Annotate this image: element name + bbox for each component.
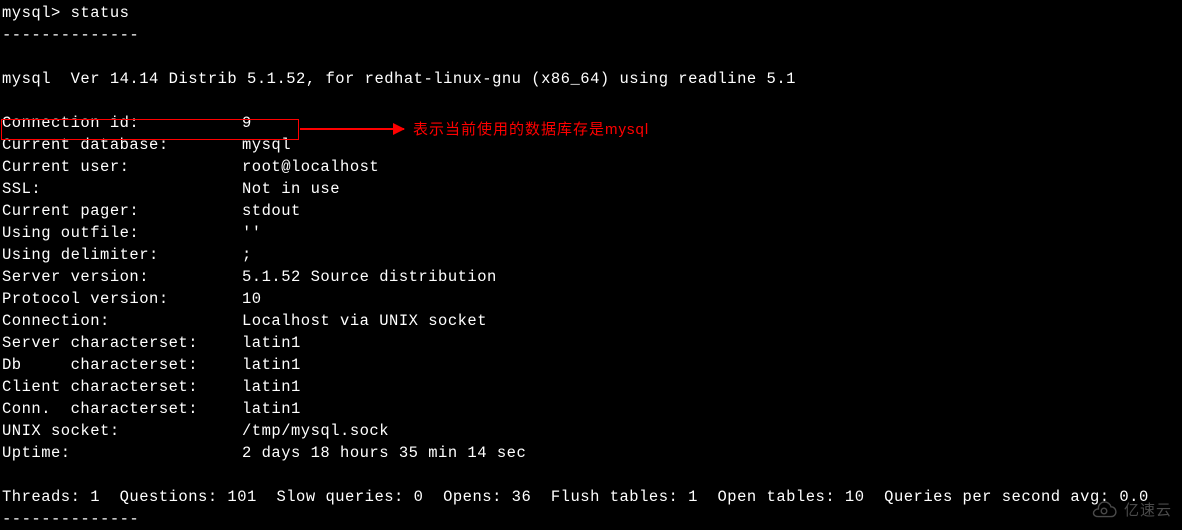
value-ssl: Not in use <box>242 178 340 200</box>
blank-line-2 <box>2 90 1180 112</box>
row-unix-socket: UNIX socket: /tmp/mysql.sock <box>2 420 1180 442</box>
value-protocol-version: 10 <box>242 288 262 310</box>
row-db-charset: Db characterset: latin1 <box>2 354 1180 376</box>
row-uptime: Uptime: 2 days 18 hours 35 min 14 sec <box>2 442 1180 464</box>
row-current-database: Current database: mysql <box>2 134 1180 156</box>
row-using-delimiter: Using delimiter: ; <box>2 244 1180 266</box>
row-protocol-version: Protocol version: 10 <box>2 288 1180 310</box>
row-current-pager: Current pager: stdout <box>2 200 1180 222</box>
label-client-charset: Client characterset: <box>2 376 242 398</box>
value-current-pager: stdout <box>242 200 301 222</box>
blank-line-1 <box>2 46 1180 68</box>
value-current-database: mysql <box>242 134 291 156</box>
value-unix-socket: /tmp/mysql.sock <box>242 420 389 442</box>
value-server-version: 5.1.52 Source distribution <box>242 266 497 288</box>
value-conn-charset: latin1 <box>242 398 301 420</box>
label-current-pager: Current pager: <box>2 200 242 222</box>
row-ssl: SSL: Not in use <box>2 178 1180 200</box>
label-conn-charset: Conn. characterset: <box>2 398 242 420</box>
label-server-charset: Server characterset: <box>2 332 242 354</box>
value-connection-id: 9 <box>242 112 252 134</box>
row-server-version: Server version: 5.1.52 Source distributi… <box>2 266 1180 288</box>
stats-line: Threads: 1 Questions: 101 Slow queries: … <box>2 486 1180 508</box>
separator-top: -------------- <box>2 24 1180 46</box>
row-connection: Connection: Localhost via UNIX socket <box>2 310 1180 332</box>
label-current-user: Current user: <box>2 156 242 178</box>
value-uptime: 2 days 18 hours 35 min 14 sec <box>242 442 526 464</box>
mysql-prompt-line[interactable]: mysql> status <box>2 2 1180 24</box>
value-server-charset: latin1 <box>242 332 301 354</box>
label-connection-id: Connection id: <box>2 112 242 134</box>
value-db-charset: latin1 <box>242 354 301 376</box>
row-client-charset: Client characterset: latin1 <box>2 376 1180 398</box>
label-server-version: Server version: <box>2 266 242 288</box>
row-conn-charset: Conn. characterset: latin1 <box>2 398 1180 420</box>
version-line: mysql Ver 14.14 Distrib 5.1.52, for redh… <box>2 68 1180 90</box>
label-using-delimiter: Using delimiter: <box>2 244 242 266</box>
row-server-charset: Server characterset: latin1 <box>2 332 1180 354</box>
label-unix-socket: UNIX socket: <box>2 420 242 442</box>
label-connection: Connection: <box>2 310 242 332</box>
label-db-charset: Db characterset: <box>2 354 242 376</box>
value-using-delimiter: ; <box>242 244 252 266</box>
value-connection: Localhost via UNIX socket <box>242 310 487 332</box>
label-protocol-version: Protocol version: <box>2 288 242 310</box>
row-using-outfile: Using outfile: '' <box>2 222 1180 244</box>
value-using-outfile: '' <box>242 222 262 244</box>
blank-line-3 <box>2 464 1180 486</box>
row-current-user: Current user: root@localhost <box>2 156 1180 178</box>
row-connection-id: Connection id: 9 <box>2 112 1180 134</box>
label-ssl: SSL: <box>2 178 242 200</box>
label-current-database: Current database: <box>2 134 242 156</box>
separator-bottom: -------------- <box>2 508 1180 530</box>
label-using-outfile: Using outfile: <box>2 222 242 244</box>
value-current-user: root@localhost <box>242 156 379 178</box>
value-client-charset: latin1 <box>242 376 301 398</box>
label-uptime: Uptime: <box>2 442 242 464</box>
